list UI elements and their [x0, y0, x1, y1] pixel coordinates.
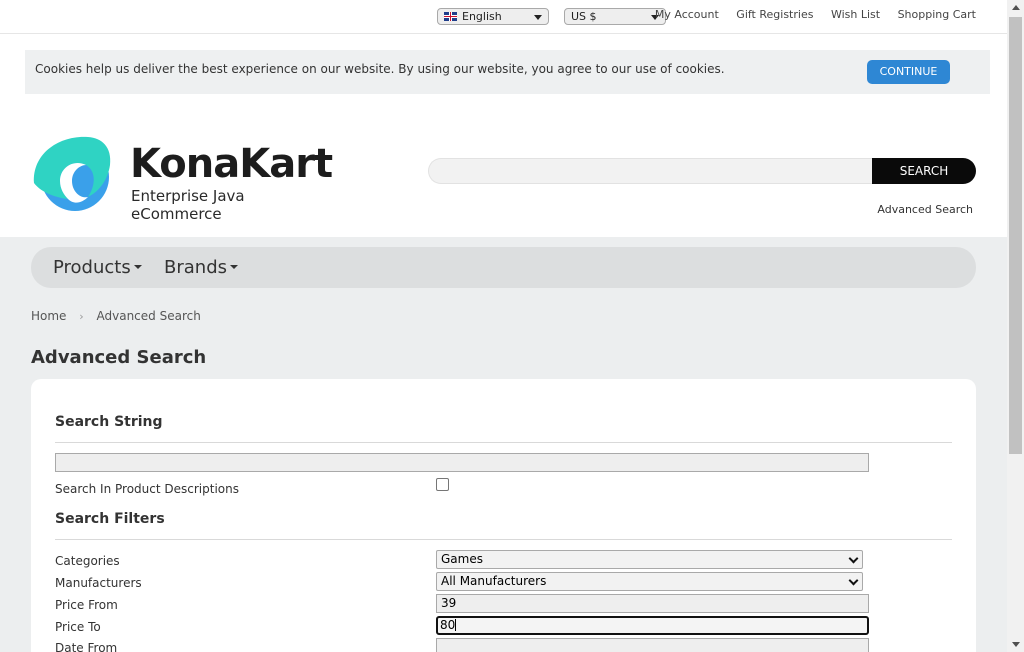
scroll-down-arrow-icon[interactable] [1012, 642, 1020, 647]
scroll-up-arrow-icon[interactable] [1012, 5, 1020, 10]
shopping-cart-link[interactable]: Shopping Cart [898, 8, 976, 21]
price-to-label: Price To [55, 620, 101, 634]
breadcrumb-current: Advanced Search [96, 309, 201, 323]
date-from-label: Date From [55, 641, 118, 652]
chevron-down-icon [848, 553, 859, 564]
search-filters-heading: Search Filters [55, 511, 165, 527]
chevron-down-icon [848, 575, 859, 586]
divider [55, 539, 952, 540]
uk-flag-icon [444, 12, 457, 21]
logo-subtitle: Enterprise Java eCommerce [131, 187, 245, 223]
caret-down-icon [133, 265, 142, 269]
advanced-search-link[interactable]: Advanced Search [877, 203, 973, 216]
language-select[interactable]: English [437, 8, 549, 25]
caret-down-icon [230, 265, 238, 269]
continue-button[interactable]: CONTINUE [867, 60, 950, 84]
nav-item-brands[interactable]: Brands [164, 257, 238, 278]
date-from-input[interactable] [436, 638, 869, 652]
chevron-right-icon: › [79, 310, 84, 323]
search-form-card: Search String Search In Product Descript… [31, 379, 976, 652]
breadcrumb-home[interactable]: Home [31, 309, 66, 323]
categories-select[interactable]: Games [436, 550, 863, 569]
search-descriptions-label: Search In Product Descriptions [55, 482, 239, 496]
account-links: My Account Gift Registries Wish List Sho… [641, 8, 976, 21]
nav-item-products[interactable]: Products [53, 257, 142, 278]
categories-label: Categories [55, 554, 120, 568]
language-value: English [462, 10, 502, 23]
currency-value: US $ [571, 10, 597, 23]
cookie-banner: Cookies help us deliver the best experie… [25, 50, 990, 94]
page-scrollbar[interactable] [1007, 0, 1024, 652]
search-button[interactable]: SEARCH [872, 158, 976, 184]
scroll-thumb[interactable] [1009, 17, 1022, 454]
manufacturers-select[interactable]: All Manufacturers [436, 572, 863, 591]
cookie-message: Cookies help us deliver the best experie… [35, 62, 725, 76]
manufacturers-value: All Manufacturers [441, 574, 547, 588]
search-string-input[interactable] [55, 453, 869, 472]
my-account-link[interactable]: My Account [655, 8, 719, 21]
main-nav: Products Brands [31, 247, 976, 288]
logo[interactable]: KonaKart Enterprise Java eCommerce [30, 135, 340, 223]
nav-item-label: Products [53, 257, 131, 278]
nav-item-label: Brands [164, 257, 227, 278]
top-bar: English US $ My Account Gift Registries … [0, 0, 1007, 34]
breadcrumb: Home › Advanced Search [31, 309, 201, 323]
price-from-input[interactable]: 39 [436, 594, 869, 613]
page-title: Advanced Search [31, 347, 207, 368]
search-string-heading: Search String [55, 414, 163, 430]
manufacturers-label: Manufacturers [55, 576, 142, 590]
gift-registries-link[interactable]: Gift Registries [736, 8, 813, 21]
search-input[interactable] [428, 158, 873, 184]
search-descriptions-checkbox[interactable] [436, 478, 449, 491]
price-to-input[interactable]: 80 [436, 616, 869, 635]
price-to-value: 80 [440, 618, 456, 632]
chevron-down-icon [534, 15, 542, 20]
categories-value: Games [441, 552, 483, 566]
wish-list-link[interactable]: Wish List [831, 8, 880, 21]
text-cursor [455, 619, 457, 631]
konakart-wave-icon [33, 136, 111, 211]
divider [55, 442, 952, 443]
logo-title: KonaKart [130, 141, 333, 187]
price-from-label: Price From [55, 598, 118, 612]
page: English US $ My Account Gift Registries … [0, 0, 1007, 652]
